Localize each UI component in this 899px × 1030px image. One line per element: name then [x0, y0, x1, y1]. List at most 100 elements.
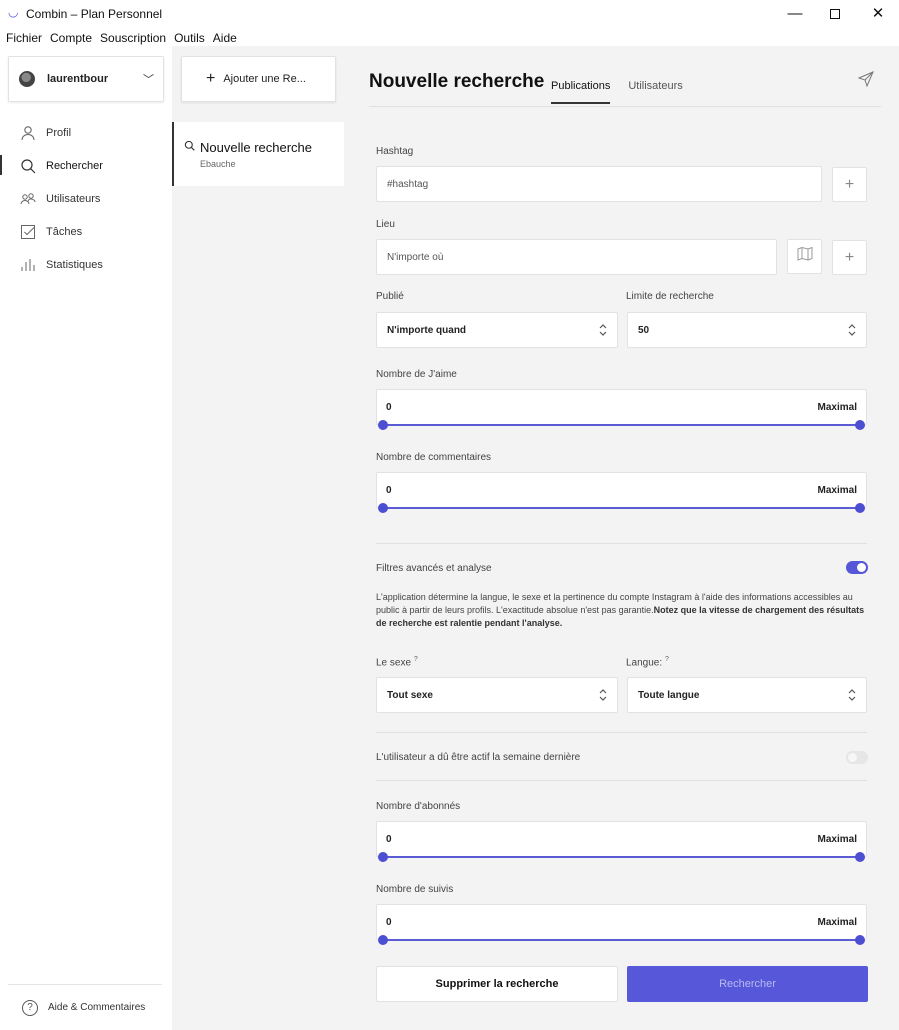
menu-souscription[interactable]: Souscription: [94, 28, 166, 48]
minimize-button[interactable]: —: [775, 2, 815, 26]
nav-item-utilisateurs[interactable]: Utilisateurs: [0, 182, 172, 215]
menu-fichier[interactable]: Fichier: [0, 28, 42, 48]
updown-chevron-icon: [847, 687, 857, 703]
delete-search-button[interactable]: Supprimer la recherche: [376, 966, 618, 1002]
help-icon[interactable]: ?: [414, 656, 418, 663]
add-location-button[interactable]: +: [832, 240, 867, 275]
following-max-handle[interactable]: [855, 935, 865, 945]
likes-track: [382, 424, 861, 426]
likes-range-box: [376, 389, 867, 425]
account-selector[interactable]: laurentbour ﹀: [8, 56, 164, 102]
following-max[interactable]: Maximal: [818, 917, 857, 928]
likes-max-handle[interactable]: [855, 420, 865, 430]
location-input[interactable]: N'importe où: [376, 239, 777, 275]
map-icon: [797, 246, 813, 266]
chevron-down-icon: ﹀: [143, 74, 154, 86]
followers-range-box: [376, 821, 867, 857]
followers-max[interactable]: Maximal: [818, 834, 857, 845]
updown-chevron-icon: [598, 687, 608, 703]
following-min-handle[interactable]: [378, 935, 388, 945]
help-label: Aide & Commentaires: [48, 1002, 146, 1013]
nav-item-label: Utilisateurs: [46, 192, 101, 205]
following-min[interactable]: 0: [386, 917, 392, 928]
menu-compte[interactable]: Compte: [44, 28, 92, 48]
title-bar: ◡ Combin – Plan Personnel — ✕: [0, 0, 899, 28]
comments-min[interactable]: 0: [386, 485, 392, 496]
comments-track: [382, 507, 861, 509]
send-icon[interactable]: [857, 70, 875, 88]
menu-aide[interactable]: Aide: [207, 28, 237, 48]
language-label-text: Langue:: [626, 657, 663, 669]
followers-range: 0 Maximal: [376, 821, 867, 866]
followers-track: [382, 856, 861, 858]
following-range-box: [376, 904, 867, 940]
search-list-item[interactable]: Nouvelle recherche Ebauche: [172, 122, 344, 186]
following-label: Nombre de suivis: [376, 884, 454, 895]
divider: [376, 543, 867, 544]
updown-chevron-icon: [847, 322, 857, 338]
maximize-button[interactable]: [815, 2, 855, 26]
app-logo-icon: ◡: [8, 5, 19, 19]
add-hashtag-button[interactable]: +: [832, 167, 867, 202]
tab-publications[interactable]: Publications: [551, 74, 611, 104]
following-range: 0 Maximal: [376, 904, 867, 949]
person-icon: [20, 125, 36, 141]
plus-icon: +: [844, 248, 855, 266]
published-label: Publié: [376, 291, 404, 302]
comments-range-box: [376, 472, 867, 508]
language-select[interactable]: Toute langue: [627, 677, 867, 713]
language-value: Toute langue: [638, 689, 700, 701]
search-icon: [184, 140, 195, 154]
gender-label: Le sexe ?: [376, 656, 418, 668]
nav-item-label: Profil: [46, 126, 72, 139]
task-icon: [20, 224, 36, 240]
menu-outils[interactable]: Outils: [168, 28, 205, 48]
language-label: Langue: ?: [626, 656, 669, 668]
nav-item-label: Statistiques: [46, 258, 103, 271]
location-label: Lieu: [376, 219, 395, 230]
tab-bar: Publications Utilisateurs: [551, 74, 701, 104]
page-title: Nouvelle recherche: [369, 71, 545, 92]
nav-item-taches[interactable]: Tâches: [0, 215, 172, 248]
close-button[interactable]: ✕: [858, 2, 898, 26]
nav-item-statistiques[interactable]: Statistiques: [0, 248, 172, 281]
help-feedback-link[interactable]: ? Aide & Commentaires: [8, 984, 162, 1030]
plus-icon: +: [206, 70, 216, 87]
search-limit-stepper[interactable]: 50: [627, 312, 867, 348]
advanced-filters-toggle[interactable]: [846, 561, 868, 574]
add-search-label: Ajouter une Re...: [223, 73, 306, 85]
active-last-week-toggle[interactable]: [846, 751, 868, 764]
comments-min-handle[interactable]: [378, 503, 388, 513]
divider: [376, 732, 867, 733]
comments-label: Nombre de commentaires: [376, 452, 492, 463]
search-limit-value: 50: [638, 324, 650, 336]
maximize-icon: [830, 9, 840, 20]
searches-column: + Ajouter une Re... Nouvelle recherche E…: [172, 46, 344, 1030]
likes-min[interactable]: 0: [386, 402, 392, 413]
followers-min-handle[interactable]: [378, 852, 388, 862]
gender-label-text: Le sexe: [376, 657, 412, 669]
search-item-title: Nouvelle recherche: [200, 140, 313, 155]
likes-max[interactable]: Maximal: [818, 402, 857, 413]
updown-chevron-icon: [598, 322, 608, 338]
gender-value: Tout sexe: [387, 689, 433, 701]
published-select[interactable]: N'importe quand: [376, 312, 618, 348]
help-icon[interactable]: ?: [665, 656, 669, 663]
likes-min-handle[interactable]: [378, 420, 388, 430]
add-search-button[interactable]: + Ajouter une Re...: [181, 56, 336, 102]
nav-item-profil[interactable]: Profil: [0, 116, 172, 149]
followers-min[interactable]: 0: [386, 834, 392, 845]
comments-max-handle[interactable]: [855, 503, 865, 513]
likes-label: Nombre de J'aime: [376, 369, 457, 380]
comments-max[interactable]: Maximal: [818, 485, 857, 496]
hashtag-input[interactable]: #hashtag: [376, 166, 822, 202]
window-title: Combin – Plan Personnel: [26, 7, 163, 21]
gender-select[interactable]: Tout sexe: [376, 677, 618, 713]
followers-max-handle[interactable]: [855, 852, 865, 862]
divider: [376, 780, 867, 781]
tab-utilisateurs[interactable]: Utilisateurs: [628, 74, 682, 104]
advanced-filters-description: L'application détermine la langue, le se…: [376, 591, 868, 630]
run-search-button[interactable]: Rechercher: [627, 966, 868, 1002]
map-button[interactable]: [787, 239, 822, 274]
nav-item-rechercher[interactable]: Rechercher: [0, 149, 172, 182]
